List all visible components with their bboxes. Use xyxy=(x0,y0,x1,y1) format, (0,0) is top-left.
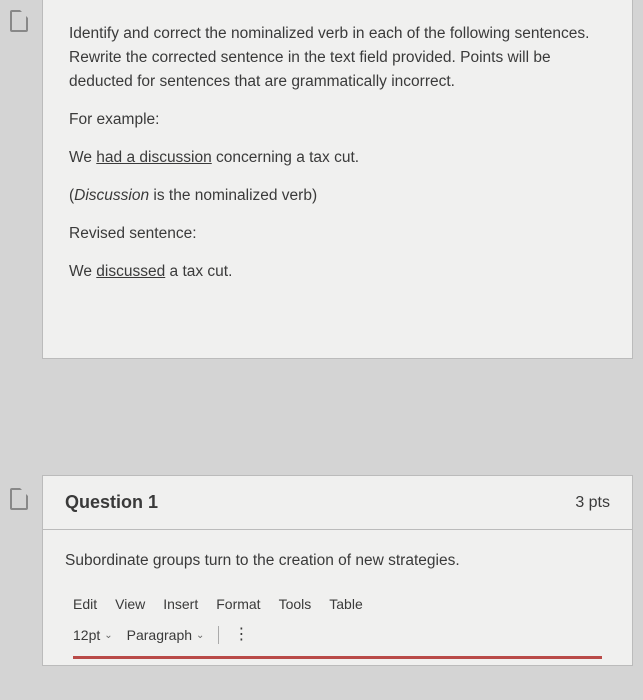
more-options-button[interactable]: ⋮ xyxy=(233,627,248,643)
question-title: Question 1 xyxy=(65,492,158,513)
chevron-down-icon: ⌄ xyxy=(104,630,112,641)
instructions-panel: Identify and correct the nominalized ver… xyxy=(42,0,633,359)
revised-underlined: discussed xyxy=(96,263,165,280)
example-note: (Discussion is the nominalized verb) xyxy=(69,184,606,208)
question-body: Subordinate groups turn to the creation … xyxy=(43,530,632,665)
revised-label: Revised sentence: xyxy=(69,222,606,246)
bookmark-icon xyxy=(10,10,28,32)
for-example-label: For example: xyxy=(69,108,606,132)
font-size-label: 12pt xyxy=(73,627,100,643)
menu-edit[interactable]: Edit xyxy=(73,596,97,612)
menu-view[interactable]: View xyxy=(115,596,145,612)
paragraph-style-dropdown[interactable]: Paragraph ⌄ xyxy=(127,627,205,643)
question-header: Question 1 3 pts xyxy=(43,476,632,530)
paragraph-style-label: Paragraph xyxy=(127,627,192,643)
chevron-down-icon: ⌄ xyxy=(196,630,204,641)
question-prompt: Subordinate groups turn to the creation … xyxy=(65,552,610,570)
editor-menu-bar: Edit View Insert Format Tools Table xyxy=(65,596,610,612)
editor-toolbar: 12pt ⌄ Paragraph ⌄ ⋮ xyxy=(65,626,610,644)
instructions-text: Identify and correct the nominalized ver… xyxy=(69,22,606,94)
font-size-dropdown[interactable]: 12pt ⌄ xyxy=(73,627,113,643)
menu-tools[interactable]: Tools xyxy=(279,596,312,612)
example-underlined: had a discussion xyxy=(96,149,211,166)
bookmark-icon xyxy=(10,488,28,510)
menu-table[interactable]: Table xyxy=(329,596,362,612)
question-points: 3 pts xyxy=(575,494,610,512)
example-sentence: We had a discussion concerning a tax cut… xyxy=(69,146,606,170)
question-panel: Question 1 3 pts Subordinate groups turn… xyxy=(42,475,633,666)
menu-insert[interactable]: Insert xyxy=(163,596,198,612)
flag-question-button[interactable] xyxy=(10,488,28,510)
toolbar-divider xyxy=(218,626,219,644)
editor-input-area[interactable] xyxy=(73,656,602,659)
flag-question-button[interactable] xyxy=(10,10,28,32)
revised-sentence: We discussed a tax cut. xyxy=(69,260,606,284)
menu-format[interactable]: Format xyxy=(216,596,260,612)
